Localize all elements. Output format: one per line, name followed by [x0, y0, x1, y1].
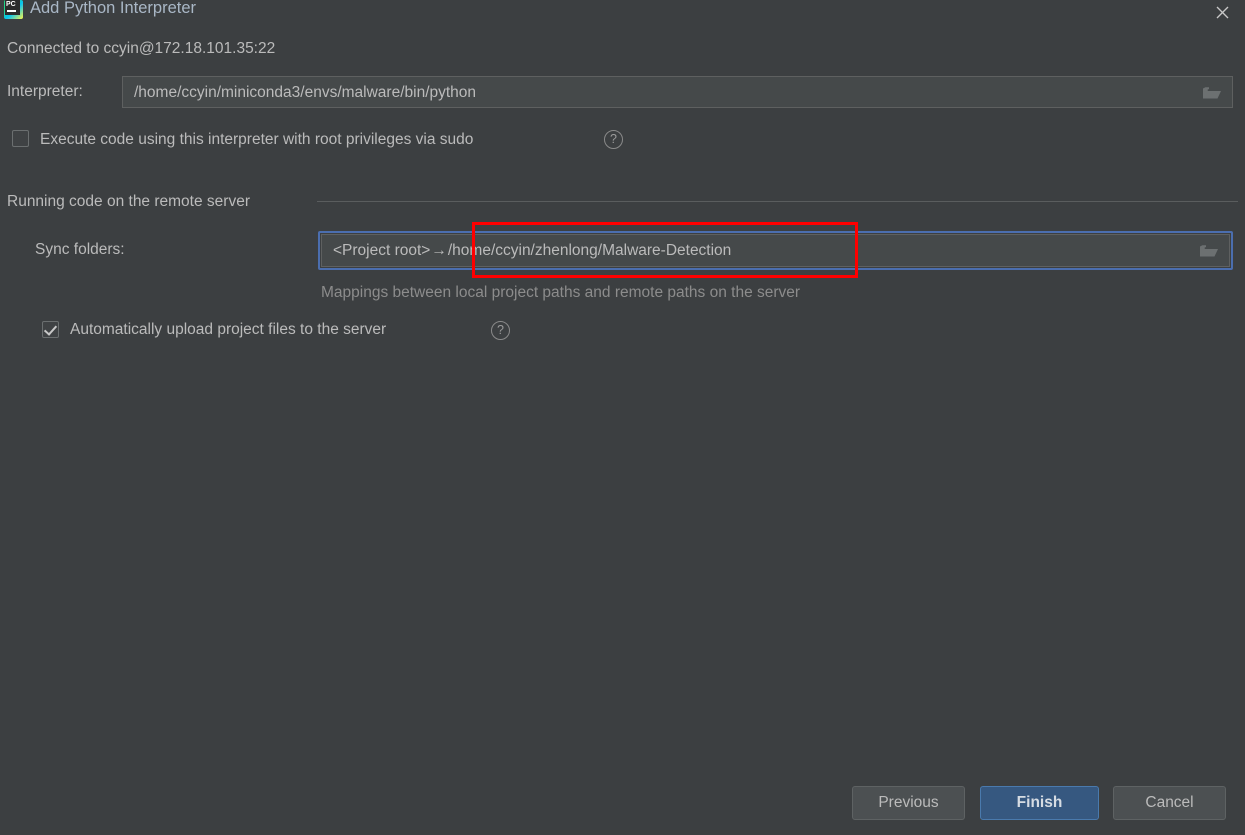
interpreter-value: /home/ccyin/miniconda3/envs/malware/bin/…	[134, 84, 477, 101]
sync-folders-local-path: <Project root>	[333, 242, 431, 259]
sync-folders-input[interactable]: <Project root> → /home/ccyin/zhenlong/Ma…	[321, 234, 1230, 267]
previous-button[interactable]: Previous	[852, 786, 965, 820]
sync-folders-browse-folder-icon[interactable]	[1190, 236, 1228, 266]
cancel-button[interactable]: Cancel	[1113, 786, 1226, 820]
sync-folders-label: Sync folders:	[35, 241, 125, 258]
interpreter-label: Interpreter:	[7, 83, 83, 100]
finish-button[interactable]: Finish	[980, 786, 1099, 820]
interpreter-input[interactable]: /home/ccyin/miniconda3/envs/malware/bin/…	[122, 76, 1233, 108]
remote-server-group-title: Running code on the remote server	[7, 193, 250, 210]
sync-folders-remote-path: /home/ccyin/zhenlong/Malware-Detection	[447, 242, 732, 259]
sync-folders-arrow-icon: →	[431, 242, 447, 259]
group-separator-line	[317, 201, 1238, 202]
window-title: Add Python Interpreter	[30, 0, 197, 17]
sudo-question-mark-icon[interactable]: ?	[604, 130, 623, 149]
close-icon[interactable]	[1199, 0, 1245, 24]
connection-status-text: Connected to ccyin@172.18.101.35:22	[7, 40, 276, 57]
interpreter-browse-folder-icon[interactable]	[1193, 78, 1231, 108]
pycharm-logo-icon: PC	[4, 0, 23, 19]
sync-folders-hint-text: Mappings between local project paths and…	[321, 284, 801, 301]
auto-upload-checkbox[interactable]	[42, 321, 59, 338]
sudo-checkbox-label: Execute code using this interpreter with…	[40, 131, 474, 148]
auto-upload-checkbox-label: Automatically upload project files to th…	[70, 321, 387, 338]
title-bar: PC Add Python Interpreter	[0, 0, 1245, 22]
sudo-checkbox[interactable]	[12, 130, 29, 147]
auto-upload-question-mark-icon[interactable]: ?	[491, 321, 510, 340]
